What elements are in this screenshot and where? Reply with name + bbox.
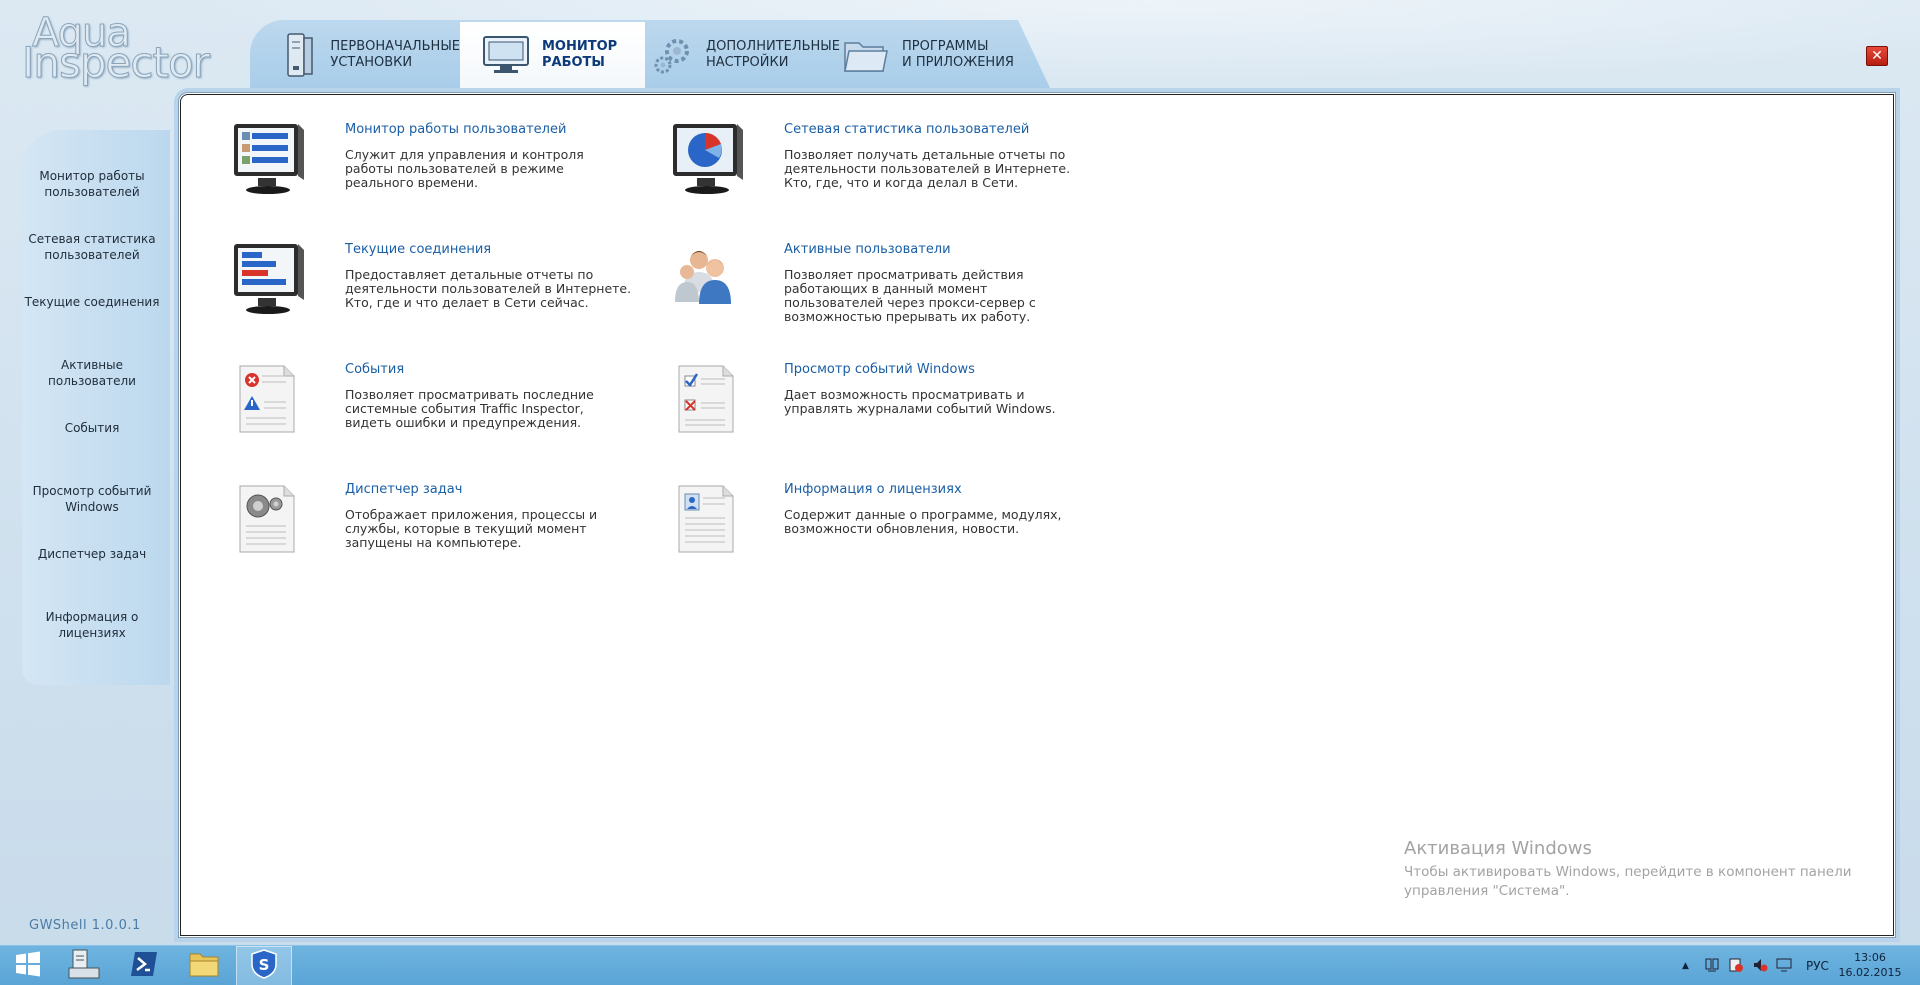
tab-initial-settings[interactable]: ПЕРВОНАЧАЛЬНЫЕ УСТАНОВКИ <box>280 22 460 88</box>
item-title[interactable]: Сетевая статистика пользователей <box>784 122 1029 137</box>
taskbar-server-manager[interactable] <box>56 946 112 985</box>
taskbar-powershell[interactable] <box>116 946 172 985</box>
monitor-users-icon <box>230 122 310 202</box>
checklist-document-icon <box>669 362 749 442</box>
item-user-monitor: Монитор работы пользователей Служит для … <box>230 122 650 222</box>
close-icon: ✕ <box>1871 48 1883 64</box>
app-logo: Aqua Inspector <box>22 8 212 88</box>
sidebar-item-network-stats[interactable]: Сетевая статистика пользователей <box>2 231 182 263</box>
item-description: Служит для управления и контроля работы … <box>345 147 584 190</box>
item-license-info: Информация о лицензиях Содержит данные о… <box>669 482 1089 582</box>
item-description: Дает возможность просматривать и управля… <box>784 387 1056 416</box>
monitor-tray-icon <box>1776 957 1792 976</box>
tab-label: ДОПОЛНИТЕЛЬНЫЕ НАСТРОЙКИ <box>706 39 840 70</box>
tab-programs-apps[interactable]: ПРОГРАММЫ И ПРИЛОЖЕНИЯ <box>840 22 1040 88</box>
sidebar-item-active-users[interactable]: Активные пользователи <box>2 357 182 389</box>
users-icon <box>669 242 749 322</box>
sidebar-item-user-monitor[interactable]: Монитор работы пользователей <box>2 168 182 200</box>
connections-monitor-icon <box>230 242 310 322</box>
chevron-up-icon: ▲ <box>1682 961 1689 971</box>
tab-label: ПЕРВОНАЧАЛЬНЫЕ УСТАНОВКИ <box>330 39 460 70</box>
license-document-icon <box>669 482 749 562</box>
item-description: Позволяет просматривать действия работаю… <box>784 267 1036 324</box>
tray-app[interactable] <box>1776 946 1792 985</box>
tray-show-hidden[interactable]: ▲ <box>1682 946 1689 985</box>
network-icon <box>1704 957 1720 976</box>
windows-logo-icon <box>14 950 42 982</box>
flag-error-icon <box>1728 957 1744 976</box>
tray-network-status[interactable] <box>1704 946 1720 985</box>
sidebar-item-license-info[interactable]: Информация о лицензиях <box>2 609 182 641</box>
folder-icon <box>188 950 220 982</box>
powershell-icon <box>129 950 159 982</box>
shield-app-icon: S <box>249 948 279 984</box>
taskbar-traffic-inspector[interactable]: S <box>236 946 292 985</box>
tab-work-monitor[interactable]: МОНИТОР РАБОТЫ <box>460 22 645 88</box>
item-title[interactable]: Информация о лицензиях <box>784 482 962 497</box>
activation-text: Чтобы активировать Windows, перейдите в … <box>1404 864 1852 899</box>
item-current-connections: Текущие соединения Предоставляет детальн… <box>230 242 650 342</box>
version-label: GWShell 1.0.0.1 <box>29 918 141 933</box>
close-button[interactable]: ✕ <box>1866 46 1888 66</box>
sidebar-item-events[interactable]: События <box>2 420 182 436</box>
item-windows-events: Просмотр событий Windows Дает возможност… <box>669 362 1089 462</box>
gears-icon <box>650 32 696 78</box>
monitor-icon <box>480 32 532 78</box>
server-icon <box>280 32 320 78</box>
tab-label: ПРОГРАММЫ И ПРИЛОЖЕНИЯ <box>902 39 1014 70</box>
taskbar-file-explorer[interactable] <box>176 946 232 985</box>
item-events: События Позволяет просматривать последни… <box>230 362 650 462</box>
clock-time: 13:06 <box>1854 951 1886 964</box>
item-title[interactable]: Диспетчер задач <box>345 482 462 497</box>
item-title[interactable]: Текущие соединения <box>345 242 491 257</box>
sidebar-item-windows-events[interactable]: Просмотр событий Windows <box>2 483 182 515</box>
item-task-manager: Диспетчер задач Отображает приложения, п… <box>230 482 650 582</box>
tray-language[interactable]: РУС <box>1806 946 1829 985</box>
item-description: Предоставляет детальные отчеты по деятел… <box>345 267 632 310</box>
task-manager-document-icon <box>230 482 310 562</box>
item-description: Позволяет просматривать последние систем… <box>345 387 594 430</box>
sidebar: Монитор работы пользователей Сетевая ста… <box>22 130 170 685</box>
folder-icon <box>840 32 892 78</box>
server-manager-icon <box>67 948 101 984</box>
item-description: Отображает приложения, процессы и службы… <box>345 507 598 550</box>
events-document-icon <box>230 362 310 442</box>
speaker-muted-icon <box>1752 957 1768 976</box>
tray-action-center[interactable] <box>1728 946 1744 985</box>
tab-additional-settings[interactable]: ДОПОЛНИТЕЛЬНЫЕ НАСТРОЙКИ <box>650 22 840 88</box>
item-title[interactable]: Монитор работы пользователей <box>345 122 566 137</box>
sidebar-item-task-manager[interactable]: Диспетчер задач <box>2 546 182 562</box>
logo-line2: Inspector <box>22 38 211 88</box>
item-description: Позволяет получать детальные отчеты по д… <box>784 147 1071 190</box>
svg-text:S: S <box>259 956 270 974</box>
item-title[interactable]: Активные пользователи <box>784 242 951 257</box>
item-title[interactable]: Просмотр событий Windows <box>784 362 975 377</box>
pie-chart-monitor-icon <box>669 122 749 202</box>
clock-date: 16.02.2015 <box>1838 966 1902 979</box>
taskbar: S ▲ РУС 13:06 16.02.2015 <box>0 945 1920 985</box>
item-network-stats: Сетевая статистика пользователей Позволя… <box>669 122 1089 222</box>
windows-activation-watermark: Активация Windows Чтобы активировать Win… <box>1404 838 1852 901</box>
start-button[interactable] <box>0 946 56 985</box>
activation-title: Активация Windows <box>1404 838 1592 859</box>
item-title[interactable]: События <box>345 362 404 377</box>
tray-volume[interactable] <box>1752 946 1768 985</box>
sidebar-item-current-connections[interactable]: Текущие соединения <box>2 294 182 310</box>
item-active-users: Активные пользователи Позволяет просматр… <box>669 242 1089 342</box>
taskbar-clock[interactable]: 13:06 16.02.2015 <box>1830 950 1910 980</box>
item-description: Содержит данные о программе, модулях, во… <box>784 507 1062 536</box>
tab-label: МОНИТОР РАБОТЫ <box>542 39 618 70</box>
